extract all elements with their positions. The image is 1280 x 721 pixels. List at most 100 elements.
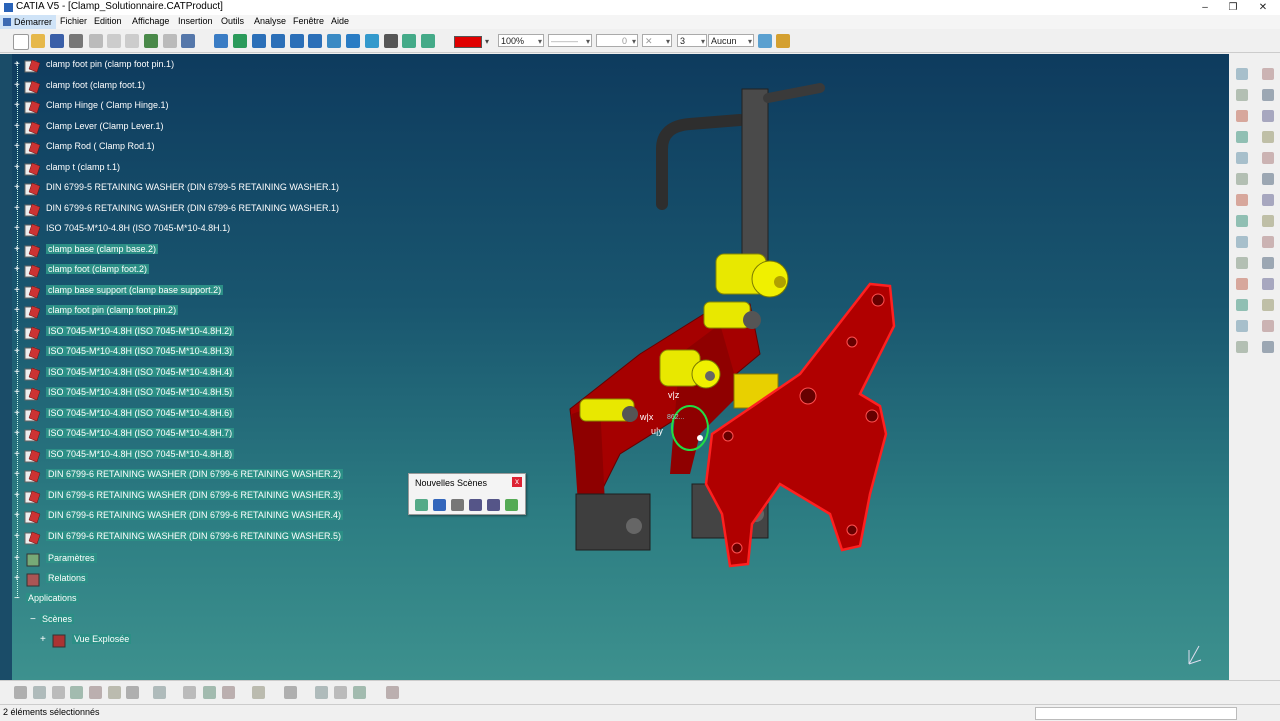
normal-view-icon[interactable] — [327, 34, 341, 48]
component-icon[interactable] — [1262, 194, 1274, 206]
color-selector[interactable] — [454, 36, 482, 48]
expand-plus-icon[interactable]: + — [14, 162, 22, 172]
expand-plus-icon[interactable]: + — [14, 306, 22, 316]
minimize-button[interactable]: – — [1190, 0, 1220, 15]
refresh-icon[interactable] — [252, 686, 265, 699]
reuse-icon[interactable] — [1236, 341, 1248, 353]
collapse-minus-icon[interactable]: − — [30, 615, 38, 625]
expand-plus-icon[interactable]: + — [14, 60, 22, 70]
menu-fichier[interactable]: Fichier — [60, 16, 87, 26]
clash-icon[interactable] — [1262, 110, 1274, 122]
menu-insertion[interactable]: Insertion — [178, 16, 213, 26]
scene-explode-icon[interactable] — [415, 499, 428, 511]
update-icon[interactable] — [1262, 299, 1274, 311]
offset-icon[interactable] — [1262, 278, 1274, 290]
axis-icon[interactable] — [386, 686, 399, 699]
format-painter-icon[interactable] — [758, 34, 772, 48]
catalog-icon[interactable] — [1236, 152, 1248, 164]
distance-icon[interactable] — [1236, 194, 1248, 206]
line-weight-combo[interactable]: 0 ▾ — [596, 34, 638, 47]
command-input[interactable] — [1035, 707, 1237, 720]
expand-plus-icon[interactable]: + — [14, 80, 22, 90]
whats-this-icon[interactable] — [181, 34, 195, 48]
swap-space-icon[interactable] — [421, 34, 435, 48]
table-icon[interactable] — [52, 686, 65, 699]
measure-icon[interactable] — [1236, 131, 1248, 143]
menu-fenetre[interactable]: Fenêtre — [293, 16, 324, 26]
expand-plus-icon[interactable]: + — [14, 121, 22, 131]
rule-icon[interactable] — [89, 686, 102, 699]
compass-icon[interactable] — [1183, 642, 1207, 668]
menu-start[interactable]: Démarrer — [0, 15, 57, 29]
lock-icon[interactable] — [353, 686, 366, 699]
comment-icon[interactable] — [33, 686, 46, 699]
save-icon[interactable] — [50, 34, 64, 48]
layer-combo[interactable]: Aucun ▾ — [708, 34, 754, 47]
expand-plus-icon[interactable]: + — [14, 101, 22, 111]
graphic-properties-icon[interactable] — [776, 34, 790, 48]
expand-plus-icon[interactable]: + — [14, 367, 22, 377]
expand-plus-icon[interactable]: + — [14, 285, 22, 295]
scene-compare-icon[interactable] — [487, 499, 500, 511]
multi-instance-icon[interactable] — [1236, 257, 1248, 269]
annotation-icon[interactable] — [1262, 131, 1274, 143]
constraint-icon[interactable] — [1262, 68, 1274, 80]
menu-aide[interactable]: Aide — [331, 16, 349, 26]
expand-plus-icon[interactable]: + — [14, 347, 22, 357]
undo-icon[interactable] — [144, 34, 158, 48]
symmetry-icon[interactable] — [1262, 341, 1274, 353]
expand-plus-icon[interactable]: + — [14, 183, 22, 193]
flex-icon[interactable] — [1262, 320, 1274, 332]
knowledge-icon[interactable] — [70, 686, 83, 699]
bom-icon[interactable] — [1262, 152, 1274, 164]
inertia-icon[interactable] — [203, 686, 216, 699]
manipulate-icon[interactable] — [1262, 89, 1274, 101]
angle-icon[interactable] — [1236, 299, 1248, 311]
fit-all-icon[interactable] — [233, 34, 247, 48]
zoom-in-icon[interactable] — [290, 34, 304, 48]
apply-material-icon[interactable] — [315, 686, 328, 699]
restore-button[interactable]: ❐ — [1218, 0, 1248, 15]
shading-icon[interactable] — [384, 34, 398, 48]
replace-icon[interactable] — [1262, 215, 1274, 227]
point-symbol-combo[interactable]: ✕ ▾ — [642, 34, 672, 47]
close-button[interactable]: ✕ — [1248, 0, 1278, 15]
select-icon[interactable] — [1236, 68, 1248, 80]
menu-analyse[interactable]: Analyse — [254, 16, 286, 26]
layer-number-combo[interactable]: 3 ▾ — [677, 34, 707, 47]
expand-plus-icon[interactable]: + — [14, 490, 22, 500]
print-icon[interactable] — [69, 34, 83, 48]
expand-plus-icon[interactable]: + — [14, 142, 22, 152]
snap-icon[interactable] — [1236, 89, 1248, 101]
scene-icon[interactable] — [1236, 173, 1248, 185]
menu-outils[interactable]: Outils — [221, 16, 244, 26]
sketch-icon[interactable] — [284, 686, 297, 699]
expand-plus-icon[interactable]: + — [14, 326, 22, 336]
rotate-icon[interactable] — [271, 34, 285, 48]
expand-plus-icon[interactable]: + — [14, 408, 22, 418]
zoom-out-icon[interactable] — [308, 34, 322, 48]
collapse-minus-icon[interactable]: − — [14, 594, 22, 604]
grid-icon[interactable] — [222, 686, 235, 699]
check-icon[interactable] — [108, 686, 121, 699]
expand-plus-icon[interactable]: + — [14, 470, 22, 480]
expand-plus-icon[interactable]: + — [14, 265, 22, 275]
contact-icon[interactable] — [1236, 278, 1248, 290]
panel-close-button[interactable]: x — [512, 477, 522, 487]
pan-icon[interactable] — [252, 34, 266, 48]
publish-icon[interactable] — [1236, 320, 1248, 332]
expand-plus-icon[interactable]: + — [14, 388, 22, 398]
graph-icon[interactable] — [1236, 236, 1248, 248]
scene-export-icon[interactable] — [505, 499, 518, 511]
hide-show-icon[interactable] — [402, 34, 416, 48]
new-icon[interactable] — [13, 34, 29, 50]
expand-plus-icon[interactable]: + — [14, 531, 22, 541]
expand-plus-icon[interactable]: + — [14, 224, 22, 234]
fix-icon[interactable] — [1262, 257, 1274, 269]
menu-affichage[interactable]: Affichage — [132, 16, 169, 26]
transparency-combo[interactable]: 100% ▾ — [498, 34, 544, 47]
expand-plus-icon[interactable]: + — [14, 244, 22, 254]
paste-icon[interactable] — [125, 34, 139, 48]
copy-icon[interactable] — [107, 34, 121, 48]
reaction-icon[interactable] — [126, 686, 139, 699]
